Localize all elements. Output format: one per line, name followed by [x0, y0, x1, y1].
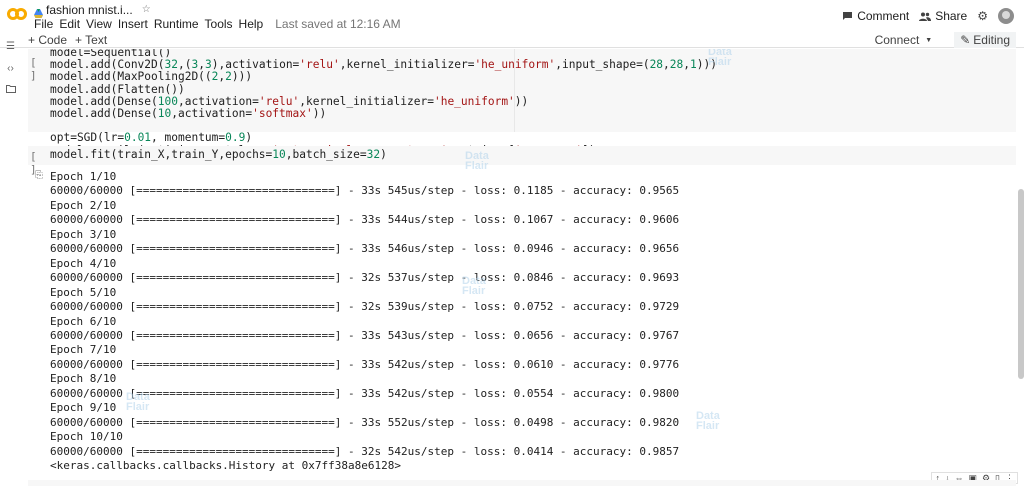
output-line: Epoch 4/10 — [50, 256, 117, 270]
cell-output: Epoch 1/10 60000/60000 [=================… — [50, 170, 679, 474]
output-line: Epoch 6/10 — [50, 314, 117, 328]
comment-label: Comment — [857, 9, 910, 23]
output-line: 60000/60000 [===========================… — [50, 300, 680, 314]
output-line: Epoch 3/10 — [50, 227, 117, 241]
code-cell[interactable]: [] model=Sequential() model.add(Conv2D(32… — [28, 49, 1016, 156]
code-line: model.add(Flatten()) — [50, 82, 185, 96]
header-actions: Comment Share ⚙ — [842, 8, 1014, 24]
code-snippets-icon[interactable]: ‹› — [5, 63, 16, 74]
output-line: Epoch 2/10 — [50, 198, 117, 212]
scrollbar[interactable] — [1018, 189, 1024, 379]
add-text-button[interactable]: + Text — [75, 33, 107, 47]
menu-bar: File Edit View Insert Runtime Tools Help… — [34, 17, 401, 31]
header: fashion mnist.i... ☆ File Edit View Inse… — [0, 0, 1024, 32]
output-line: Epoch 8/10 — [50, 372, 117, 386]
watermark: Data Flair — [465, 150, 489, 172]
share-label: Share — [935, 9, 968, 23]
menu-edit[interactable]: Edit — [59, 17, 80, 31]
table-of-contents-icon[interactable]: ☰ — [5, 41, 16, 52]
output-line: 60000/60000 [===========================… — [50, 444, 680, 458]
output-line: 60000/60000 [===========================… — [50, 271, 680, 285]
code-editor[interactable]: model.fit(train_X,train_Y,epochs=10,batc… — [50, 148, 387, 161]
editing-label: Editing — [973, 33, 1010, 47]
output-icon[interactable]: ⎘ — [35, 170, 43, 181]
share-icon — [919, 12, 932, 21]
avatar[interactable] — [998, 8, 1014, 24]
share-button[interactable]: Share — [919, 9, 967, 23]
code-editor[interactable]: model=Sequential() model.add(Conv2D(32,(3… — [50, 49, 717, 157]
add-code-button[interactable]: + Code — [28, 33, 67, 47]
watermark: Data Flair — [708, 49, 732, 68]
comment-button[interactable]: Comment — [842, 9, 909, 23]
drive-icon — [34, 5, 43, 18]
output-line: Epoch 5/10 — [50, 285, 117, 299]
code-cell[interactable]: [] model.fit(train_X,train_Y,epochs=10,b… — [28, 146, 1016, 176]
last-saved-status[interactable]: Last saved at 12:16 AM — [275, 17, 400, 31]
code-line: model.add(MaxPooling2D((2,2))) — [50, 70, 253, 84]
comment-icon — [842, 11, 853, 21]
output-line: 60000/60000 [===========================… — [50, 242, 680, 256]
colab-logo-icon[interactable] — [7, 7, 27, 21]
menu-insert[interactable]: Insert — [118, 17, 148, 31]
code-line: model.fit(train_X,train_Y,epochs=10,batc… — [50, 148, 387, 161]
code-line: model.add(Dense(10,activation='softmax')… — [50, 107, 327, 121]
title-row: fashion mnist.i... ☆ — [34, 2, 151, 18]
folder-icon[interactable] — [5, 84, 16, 95]
menu-help[interactable]: Help — [239, 17, 264, 31]
output-line: 60000/60000 [===========================… — [50, 415, 680, 429]
watermark: Data Flair — [696, 410, 720, 432]
left-rail: ☰ ‹› — [0, 41, 20, 486]
output-line: <keras.callbacks.callbacks.History at 0x… — [50, 459, 401, 473]
connect-button[interactable]: Connect ▼ — [875, 33, 933, 47]
connect-label: Connect — [874, 33, 920, 47]
notebook: [] model=Sequential() model.add(Conv2D(32… — [20, 49, 1024, 486]
menu-file[interactable]: File — [34, 17, 53, 31]
watermark: Data Flair — [462, 275, 486, 297]
star-icon[interactable]: ☆ — [142, 4, 151, 15]
output-line: 60000/60000 [===========================… — [50, 357, 680, 371]
output-line: 60000/60000 [===========================… — [50, 328, 680, 342]
output-line: Epoch 7/10 — [50, 343, 117, 357]
editing-mode-button[interactable]: ✎ Editing — [954, 32, 1016, 48]
run-cell-button[interactable]: [] — [30, 56, 37, 82]
menu-view[interactable]: View — [86, 17, 112, 31]
watermark: Data Flair — [126, 391, 150, 413]
output-line: 60000/60000 [===========================… — [50, 184, 680, 198]
chevron-down-icon: ▼ — [925, 36, 933, 44]
notebook-toolbar: + Code + Text Connect ▼ ✎ Editing — [0, 32, 1024, 48]
pencil-icon: ✎ — [960, 33, 971, 47]
code-cell[interactable] — [28, 480, 1016, 486]
menu-tools[interactable]: Tools — [205, 17, 233, 31]
menu-runtime[interactable]: Runtime — [154, 17, 199, 31]
gear-icon[interactable]: ⚙ — [977, 9, 988, 23]
doc-title[interactable]: fashion mnist.i... — [46, 3, 133, 17]
output-line: Epoch 10/10 — [50, 430, 123, 444]
output-line: 60000/60000 [===========================… — [50, 213, 680, 227]
output-line: Epoch 1/10 — [50, 170, 117, 183]
